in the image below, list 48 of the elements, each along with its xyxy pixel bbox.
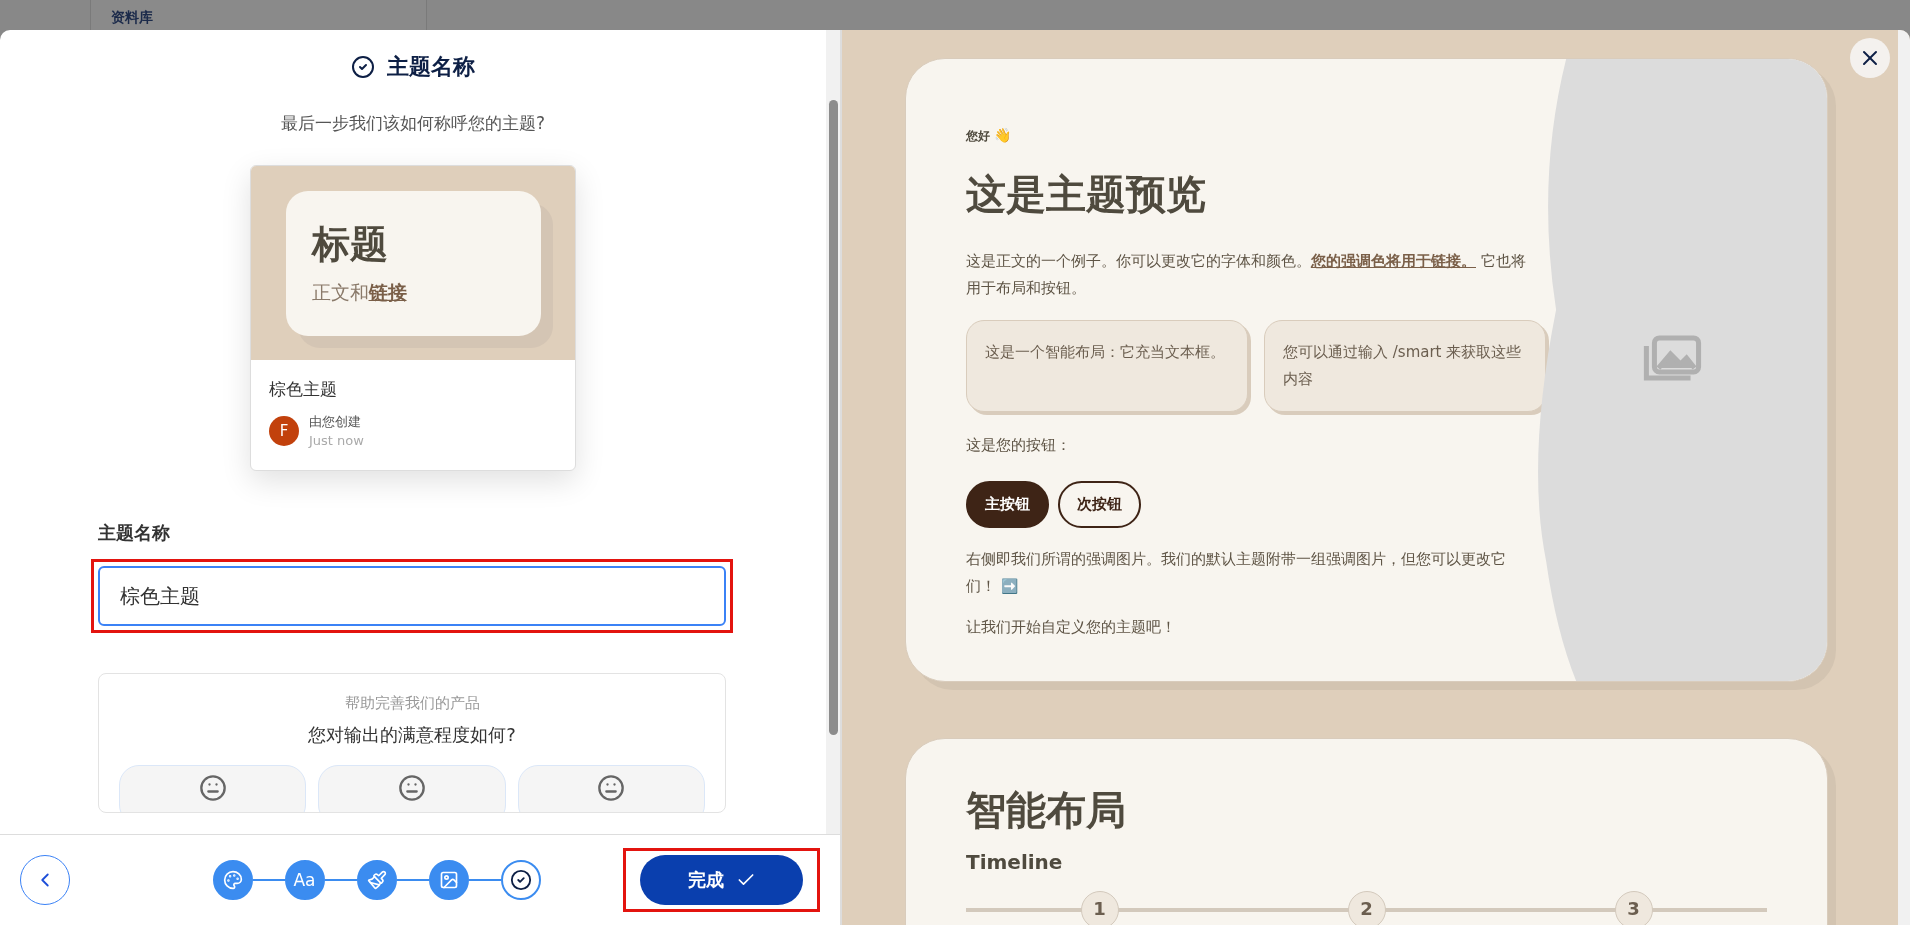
body-text: 这是正文的一个例子。你可以更改它的字体和颜色。您的强调色将用于链接。 它也将用于布局和按钮。 xyxy=(966,251,1526,299)
theme-card[interactable]: 标题 正文和链接 棕色主题 F 由您创建 Just now xyxy=(250,165,576,471)
browser-tab[interactable]: 资料库 xyxy=(90,0,427,30)
brush-icon xyxy=(366,870,387,890)
done-button[interactable]: 完成 xyxy=(640,855,803,905)
buttons-label: 这是您的按钮： xyxy=(966,435,1071,456)
image-icon xyxy=(438,870,459,890)
feedback-caption: 帮助完善我们的产品 xyxy=(344,694,480,713)
smart-box: 您可以通过输入 /smart 来获取这些内容 xyxy=(1264,320,1546,412)
name-input[interactable]: 棕色主题 xyxy=(98,566,726,626)
theme-name: 棕色主题 xyxy=(269,378,338,401)
close-button[interactable] xyxy=(1850,38,1890,78)
scrollbar[interactable] xyxy=(826,30,840,834)
face-icon xyxy=(198,774,227,802)
timeline-node: 1 xyxy=(1080,891,1119,925)
subtitle: 最后一步我们该如何称呼您的主题? xyxy=(281,112,545,135)
smart-box: 这是一个智能布局：它充当文本框。 xyxy=(966,320,1248,412)
preview-heading: 这是主题预览 xyxy=(966,170,1206,219)
section-heading: 智能布局 xyxy=(966,786,1126,836)
section-subheading: Timeline xyxy=(966,850,1063,875)
created-time: Just now xyxy=(309,433,364,448)
field-label: 主题名称 xyxy=(98,521,171,545)
closing-text: 让我们开始自定义您的主题吧！ xyxy=(966,617,1176,638)
sample-button[interactable]: 主按钮 xyxy=(966,481,1049,528)
preview-heading: 标题 xyxy=(311,220,388,268)
greeting: 您好 👋 xyxy=(966,127,1012,145)
sample-button[interactable]: 次按钮 xyxy=(1058,481,1141,528)
creator-text: 由您创建 xyxy=(309,413,362,431)
palette-icon xyxy=(222,870,243,890)
preview-body: 正文和链接 xyxy=(311,279,407,305)
check-icon xyxy=(509,869,532,891)
accent-link[interactable]: 您的强调色将用于链接。 xyxy=(1311,252,1476,270)
timeline-node: 2 xyxy=(1347,891,1386,925)
tab-label: 资料库 xyxy=(111,8,153,27)
step-button[interactable] xyxy=(500,860,541,900)
face-icon xyxy=(398,774,426,802)
feedback-question: 您对输出的满意程度如何? xyxy=(308,723,516,747)
accent-text: 右侧即我们所谓的强调图片。我们的默认主题附带一组强调图片，但您可以更改它们！ ➡ xyxy=(966,549,1507,597)
rating-option[interactable] xyxy=(119,765,307,812)
rating-option[interactable] xyxy=(318,765,506,812)
wizard-title: 主题名称 xyxy=(387,53,475,81)
timeline-node: 3 xyxy=(1614,891,1653,925)
rating-option[interactable] xyxy=(517,765,705,812)
face-icon xyxy=(597,774,626,802)
back-button[interactable] xyxy=(20,855,70,905)
scrollbar[interactable] xyxy=(1898,30,1910,925)
check-icon xyxy=(351,55,375,79)
avatar: F xyxy=(269,415,299,446)
